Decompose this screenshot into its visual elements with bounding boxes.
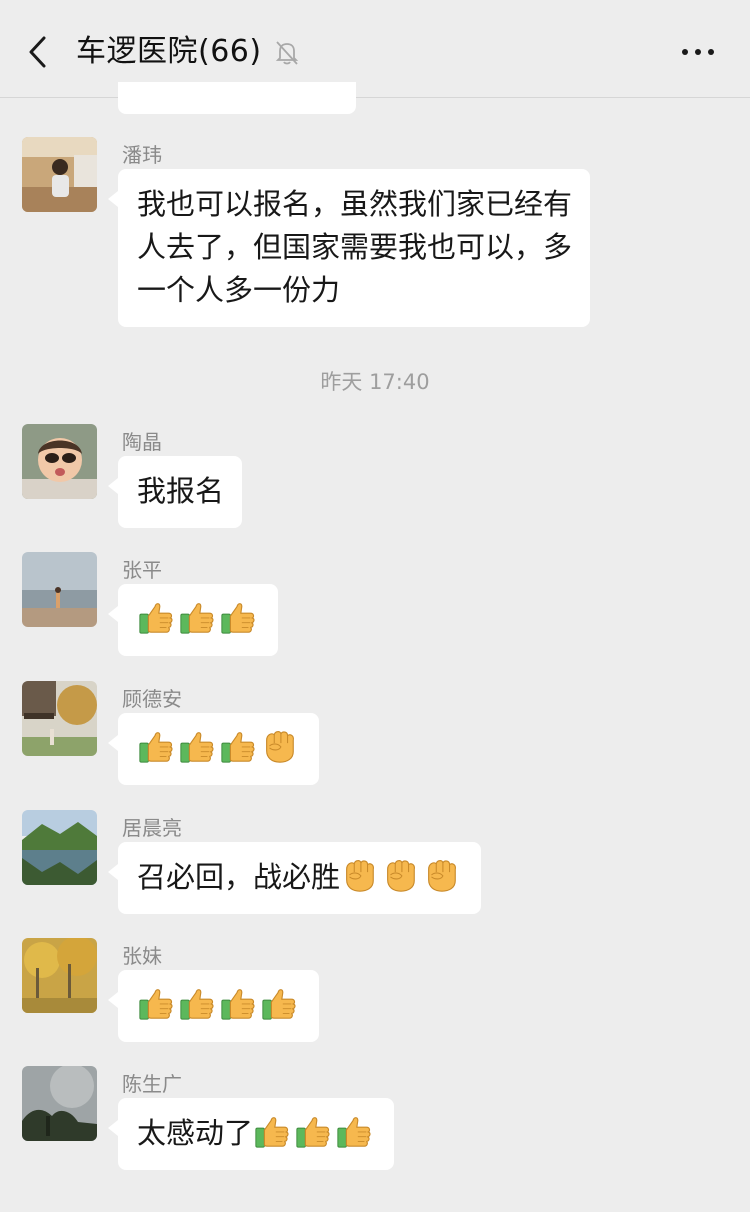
message-bubble[interactable]: 太感动了 [107,1098,395,1170]
thumbs-up-icon [178,984,216,1022]
sender-name: 顾德安 [122,687,182,711]
avatar[interactable] [22,424,97,499]
chevron-left-icon[interactable] [24,34,52,70]
message-text: 召必回，战必胜 [137,860,341,894]
thumbs-up-icon [219,598,257,636]
sender-name: 居晨亮 [122,816,182,840]
thumbs-up-icon [178,598,216,636]
thumbs-up-icon [137,984,175,1022]
avatar[interactable] [22,938,97,1013]
avatar[interactable] [22,681,97,756]
message-line: 一个人多一份力 [137,273,341,307]
sender-name: 张平 [122,558,162,582]
sender-name: 潘玮 [122,143,162,167]
sender-name: 陈生广 [122,1072,182,1096]
sender-name: 陶晶 [122,430,162,454]
thumbs-up-icon [137,598,175,636]
message-line: 我也可以报名，虽然我们家已经有 [137,187,573,221]
chat-header: 车逻医院(66) [0,0,750,98]
message-bubble[interactable]: 我报名 [107,456,243,528]
fist-icon [381,856,419,894]
message-bubble[interactable]: 召必回，战必胜 [107,842,482,914]
avatar[interactable] [22,552,97,627]
message-text: 太感动了 [137,1116,254,1150]
message-line: 人去了，但国家需要我也可以，多 [137,230,573,264]
fist-icon [340,856,378,894]
thumbs-up-icon [219,727,257,765]
fist-icon [422,856,460,894]
thumbs-up-icon [137,727,175,765]
message-bubble[interactable] [108,584,278,656]
chat-title: 车逻医院(66) [76,34,262,69]
thumbs-up-icon [219,984,257,1022]
thumbs-up-icon [260,984,298,1022]
message-text: 我报名 [137,474,225,508]
thumbs-up-icon [253,1112,291,1150]
timestamp: 昨天 17:40 [320,370,430,394]
message-bubble[interactable] [108,713,319,785]
thumbs-up-icon [294,1112,332,1150]
message-bubble[interactable] [108,970,319,1042]
avatar[interactable] [22,810,97,885]
more-dots-icon[interactable] [680,40,716,64]
avatar[interactable] [22,137,97,212]
fist-icon [260,727,298,765]
thumbs-up-icon [178,727,216,765]
bell-mute-icon [275,41,299,65]
sender-name: 张妹 [122,944,162,968]
thumbs-up-icon [335,1112,373,1150]
avatar[interactable] [22,1066,97,1141]
message-bubble[interactable]: 我也可以报名，虽然我们家已经有 人去了，但国家需要我也可以，多 一个人多一份力 [107,169,591,327]
previous-message-bubble [118,82,356,114]
